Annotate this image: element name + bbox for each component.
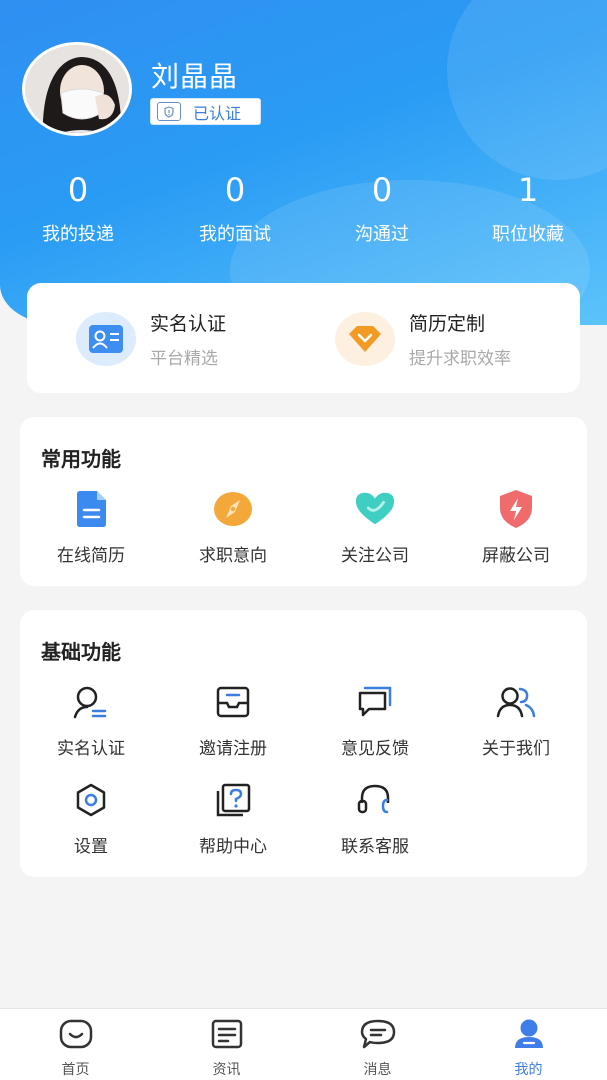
- tab-label: 我的: [514, 1062, 543, 1078]
- func-label: 邀请注册: [199, 739, 267, 759]
- func-real-name[interactable]: 实名认证: [20, 682, 162, 759]
- feedback-icon: [355, 682, 395, 722]
- stat-label: 我的投递: [42, 224, 114, 245]
- stat-value: 1: [517, 171, 539, 209]
- compass-icon: [213, 489, 253, 529]
- help-icon: [213, 780, 253, 820]
- promo-resume[interactable]: 简历定制 提升求职效率: [335, 312, 511, 369]
- verified-badge: 已认证: [150, 98, 261, 125]
- news-icon: [209, 1017, 245, 1051]
- promo-title: 实名认证: [150, 313, 227, 335]
- func-customer-service[interactable]: 联系客服: [304, 780, 446, 857]
- func-block-company[interactable]: 屏蔽公司: [445, 489, 587, 566]
- stat-communicated[interactable]: 0 沟通过: [307, 168, 457, 246]
- func-label: 意见反馈: [341, 739, 409, 759]
- stat-favorites[interactable]: 1 职位收藏: [453, 168, 603, 246]
- stat-interviews[interactable]: 0 我的面试: [160, 168, 310, 246]
- func-label: 联系客服: [341, 837, 409, 857]
- func-online-resume[interactable]: 在线简历: [20, 489, 162, 566]
- header-decoration: [447, 0, 607, 180]
- promo-title: 简历定制: [409, 313, 486, 335]
- stat-value: 0: [67, 171, 89, 209]
- func-settings[interactable]: 设置: [20, 780, 162, 857]
- basic-functions-section: 基础功能 实名认证 邀请注册 意见反馈 关于我们 设置 帮助中心 联系客服: [20, 610, 587, 877]
- func-label: 关于我们: [482, 739, 550, 759]
- common-functions-section: 常用功能 在线简历 求职意向 关注公司 屏蔽公司: [20, 417, 587, 586]
- tab-news[interactable]: 资讯: [151, 1017, 302, 1079]
- resume-icon: [71, 489, 111, 529]
- func-invite[interactable]: 邀请注册: [162, 682, 304, 759]
- stats-row: 0 我的投递 0 我的面试 0 沟通过 1 职位收藏: [0, 168, 607, 258]
- stat-applications[interactable]: 0 我的投递: [3, 168, 153, 246]
- stat-label: 沟通过: [355, 224, 409, 245]
- id-card-icon: [76, 312, 136, 366]
- promo-verify[interactable]: 实名认证 平台精选: [76, 312, 227, 369]
- profile-icon: [511, 1017, 547, 1051]
- func-label: 屏蔽公司: [482, 546, 550, 566]
- func-about-us[interactable]: 关于我们: [445, 682, 587, 759]
- bottom-tab-bar: 首页 资讯 消息 我的: [0, 1008, 607, 1080]
- func-help[interactable]: 帮助中心: [162, 780, 304, 857]
- promo-subtitle: 平台精选: [150, 349, 218, 369]
- shield-icon: [157, 102, 181, 121]
- tab-label: 消息: [363, 1062, 392, 1078]
- func-label: 设置: [74, 837, 108, 857]
- promo-card: 实名认证 平台精选 简历定制 提升求职效率: [27, 283, 580, 393]
- func-feedback[interactable]: 意见反馈: [304, 682, 446, 759]
- team-icon: [496, 682, 536, 722]
- section-title: 常用功能: [41, 447, 121, 471]
- home-icon: [58, 1017, 94, 1051]
- diamond-icon: [335, 312, 395, 366]
- tab-home[interactable]: 首页: [0, 1017, 151, 1079]
- user-name: 刘晶晶: [151, 60, 239, 93]
- stat-value: 0: [224, 171, 246, 209]
- message-icon: [360, 1017, 396, 1051]
- func-follow-company[interactable]: 关注公司: [304, 489, 446, 566]
- stat-label: 我的面试: [199, 224, 271, 245]
- promo-subtitle: 提升求职效率: [409, 349, 511, 369]
- tab-label: 资讯: [212, 1062, 241, 1078]
- heart-icon: [355, 489, 395, 529]
- func-label: 实名认证: [57, 739, 125, 759]
- tab-messages[interactable]: 消息: [302, 1017, 453, 1079]
- stat-label: 职位收藏: [492, 224, 564, 245]
- avatar[interactable]: [22, 42, 132, 136]
- func-label: 帮助中心: [199, 837, 267, 857]
- func-label: 在线简历: [57, 546, 125, 566]
- tab-label: 首页: [61, 1062, 90, 1078]
- user-verify-icon: [71, 682, 111, 722]
- func-job-intention[interactable]: 求职意向: [162, 489, 304, 566]
- section-title: 基础功能: [41, 640, 121, 664]
- inbox-icon: [213, 682, 253, 722]
- func-label: 关注公司: [341, 546, 409, 566]
- verified-label: 已认证: [193, 103, 242, 123]
- headset-icon: [355, 780, 395, 820]
- tab-mine[interactable]: 我的: [453, 1017, 604, 1079]
- shield-bolt-icon: [496, 489, 536, 529]
- func-label: 求职意向: [199, 546, 267, 566]
- settings-icon: [71, 780, 111, 820]
- stat-value: 0: [371, 171, 393, 209]
